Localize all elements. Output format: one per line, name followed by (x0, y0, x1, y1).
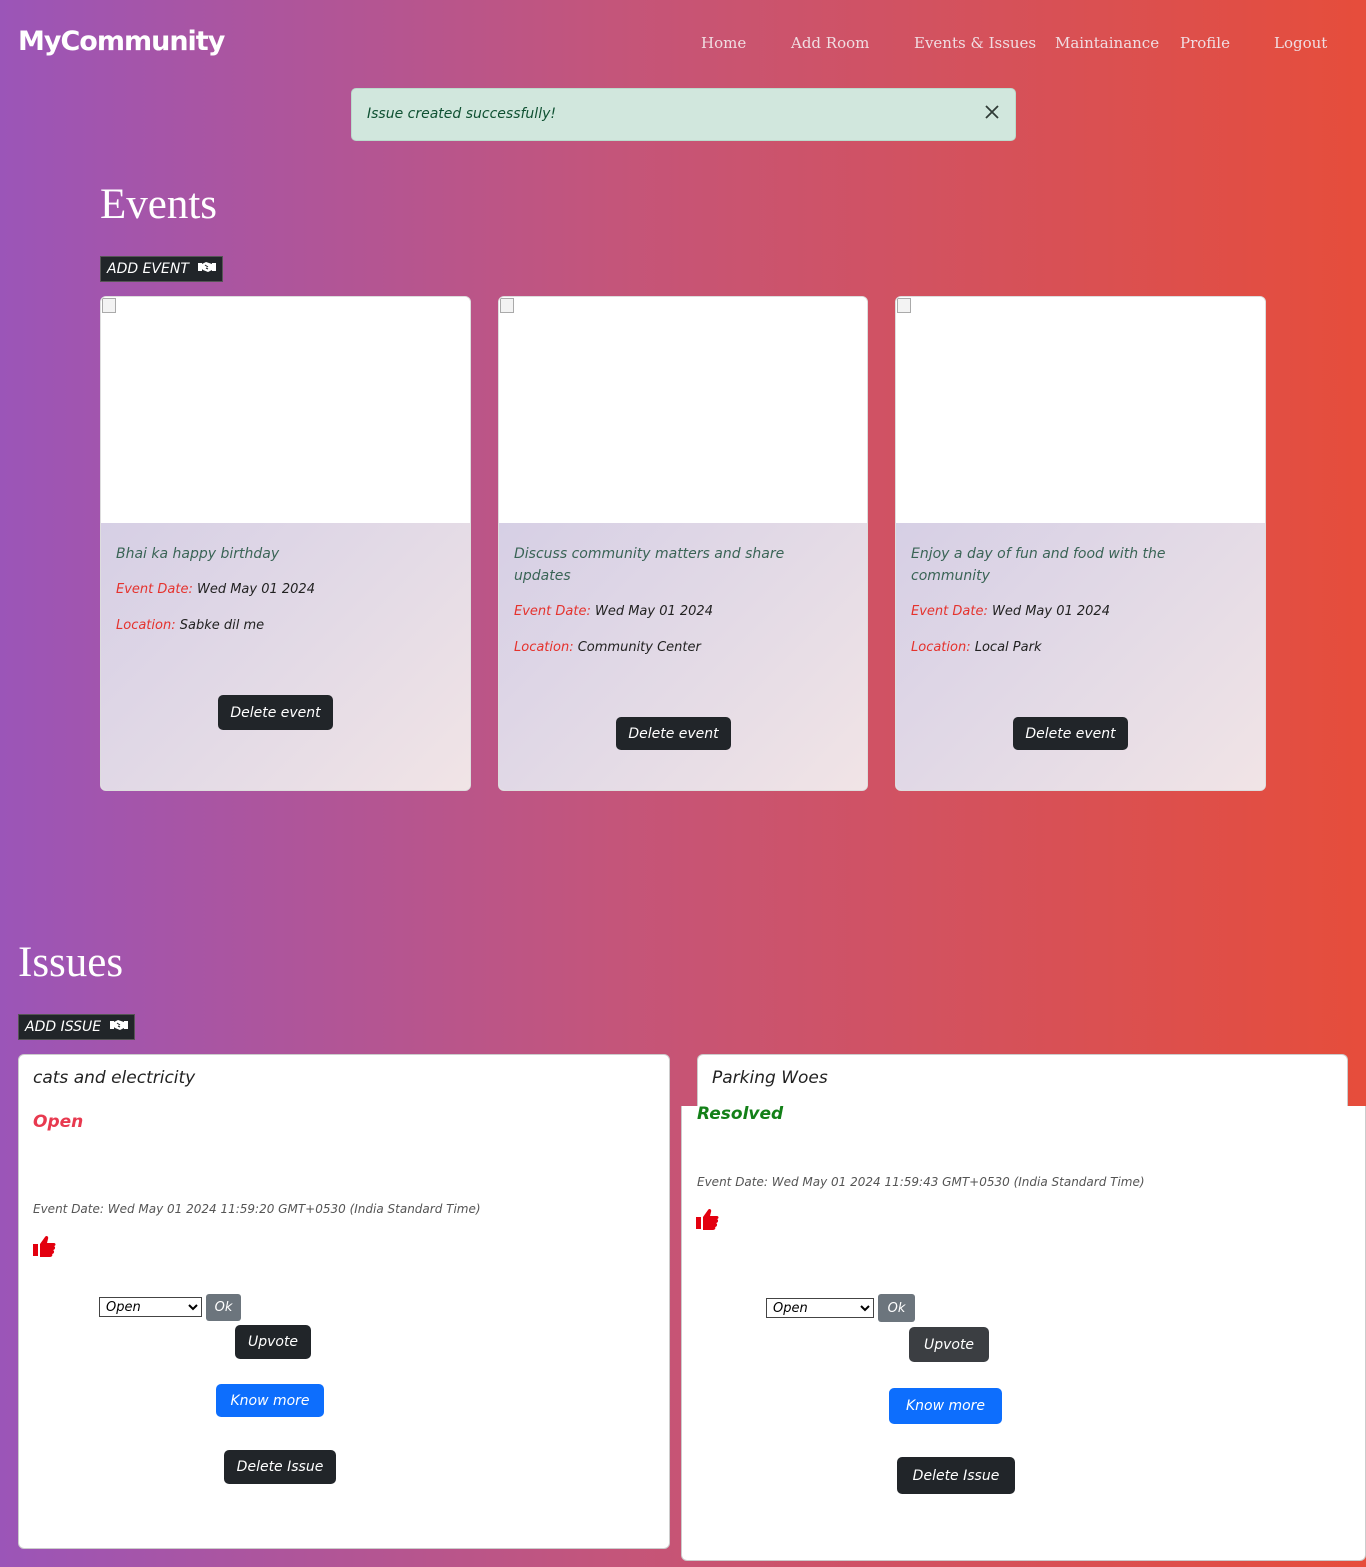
broken-image-icon (897, 298, 911, 313)
nav-profile[interactable]: Profile (1180, 34, 1230, 52)
event-description: Discuss community matters and share upda… (514, 546, 785, 584)
brand-logo[interactable]: MyCommunity (18, 26, 225, 57)
nav-events-issues[interactable]: Events & Issues (914, 34, 1036, 52)
event-location: Location: Community Center (514, 640, 701, 655)
event-date: Event Date: Wed May 01 2024 (116, 582, 315, 597)
add-event-label: ADD EVENT (107, 261, 189, 277)
issue-title: cats and electricity (33, 1068, 196, 1088)
ok-button[interactable]: Ok (878, 1294, 915, 1322)
issues-heading: Issues (18, 939, 124, 986)
issue-title: Parking Woes (712, 1068, 828, 1088)
success-alert: Issue created successfully! (351, 88, 1016, 141)
events-heading: Events (100, 181, 218, 228)
broken-image-icon (102, 298, 116, 313)
delete-issue-button[interactable]: Delete Issue (224, 1450, 336, 1484)
event-date: Event Date: Wed May 01 2024 (514, 604, 713, 619)
delete-event-button[interactable]: Delete event (616, 717, 731, 750)
add-event-button[interactable]: ADD EVENT (100, 256, 223, 282)
status-select[interactable]: Open (99, 1297, 202, 1317)
issue-status: Open (33, 1112, 84, 1132)
delete-issue-button[interactable]: Delete Issue (897, 1457, 1015, 1494)
upvote-button[interactable]: Upvote (909, 1327, 989, 1362)
handshake-icon (197, 261, 216, 277)
event-image (101, 297, 470, 523)
event-card: Bhai ka happy birthday Event Date: Wed M… (100, 296, 471, 791)
issue-date: Event Date: Wed May 01 2024 11:59:43 GMT… (697, 1175, 1145, 1189)
event-location: Location: Local Park (911, 640, 1042, 655)
add-issue-button[interactable]: ADD ISSUE (18, 1014, 136, 1040)
add-issue-label: ADD ISSUE (25, 1019, 102, 1035)
nav-maintenance[interactable]: Maintainance (1055, 34, 1159, 52)
delete-event-button[interactable]: Delete event (218, 695, 333, 730)
alert-message: Issue created successfully! (367, 106, 556, 122)
upvote-button[interactable]: Upvote (235, 1325, 311, 1359)
status-select[interactable]: Open (766, 1298, 874, 1318)
event-location: Location: Sabke dil me (116, 618, 265, 633)
thumbs-up-icon[interactable] (33, 1234, 57, 1258)
nav-home[interactable]: Home (701, 34, 746, 52)
event-card: Enjoy a day of fun and food with the com… (895, 296, 1266, 791)
event-image (499, 297, 867, 523)
delete-event-button[interactable]: Delete event (1013, 717, 1128, 750)
event-card: Discuss community matters and share upda… (498, 296, 868, 791)
ok-button[interactable]: Ok (206, 1294, 241, 1321)
event-description: Bhai ka happy birthday (116, 546, 280, 562)
nav-add-room[interactable]: Add Room (791, 34, 869, 52)
thumbs-up-icon[interactable] (696, 1207, 720, 1231)
know-more-button[interactable]: Know more (889, 1388, 1002, 1424)
event-image (896, 297, 1265, 523)
issue-status: Resolved (697, 1104, 784, 1124)
nav-logout[interactable]: Logout (1274, 34, 1327, 52)
handshake-icon (110, 1019, 129, 1035)
issue-date: Event Date: Wed May 01 2024 11:59:20 GMT… (33, 1202, 481, 1216)
event-description: Enjoy a day of fun and food with the com… (911, 546, 1166, 584)
close-icon[interactable] (983, 103, 1001, 121)
event-date: Event Date: Wed May 01 2024 (911, 604, 1110, 619)
broken-image-icon (500, 298, 514, 313)
know-more-button[interactable]: Know more (216, 1384, 324, 1417)
